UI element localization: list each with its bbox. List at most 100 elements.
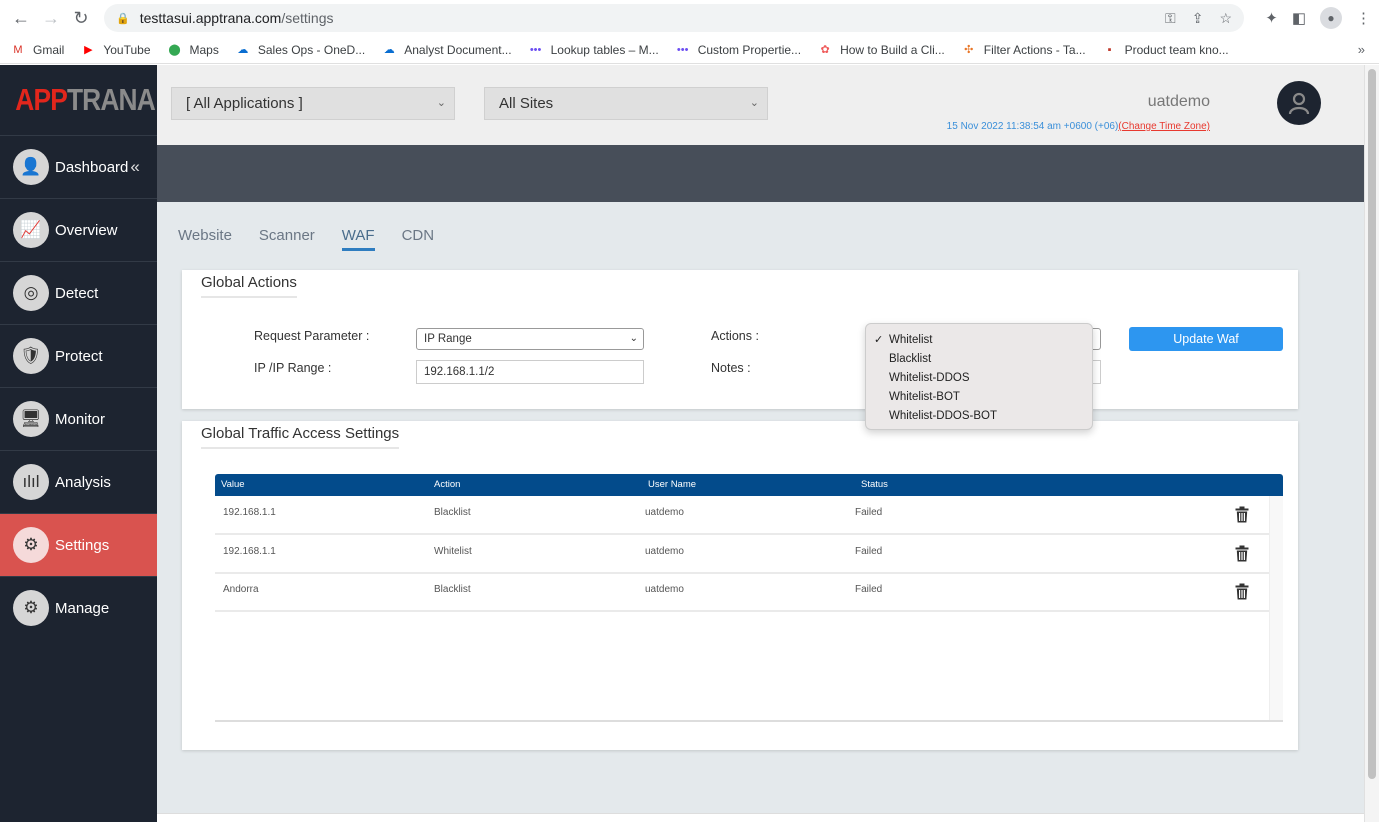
bookmark-item[interactable]: M Gmail [10,43,64,57]
tab-website[interactable]: Website [178,227,232,251]
sidebar-item-detect[interactable]: ◎ Detect [0,261,157,324]
option-label: Blacklist [889,352,932,365]
bookmark-item[interactable]: ••• Lookup tables – M... [528,43,659,57]
onedrive-cloud-icon: ☁ [383,44,395,56]
profile-icon[interactable]: ● [1320,7,1342,29]
address-bar[interactable]: 🔒 testtasui.apptrana.com/settings ⚿ ⇪ ☆ [104,4,1244,32]
page-scrollbar[interactable] [1364,65,1379,822]
flower-icon: ✿ [820,44,830,56]
bookmark-label: YouTube [103,42,151,57]
option-label: Whitelist-DDOS-BOT [889,409,997,422]
sidebar-item-label: Settings [55,536,110,554]
sidebar-item-analysis[interactable]: ılıl Analysis [0,450,157,513]
side-panel-icon[interactable]: ◧ [1292,9,1306,27]
collapse-sidebar-icon[interactable]: « [130,157,139,177]
sidebar-item-manage[interactable]: ⚙ Manage [0,576,157,639]
sidebar-item-label: Overview [55,221,118,239]
update-waf-button[interactable]: Update Waf [1129,327,1283,351]
dots-icon: ••• [676,43,689,56]
traffic-settings-title: Global Traffic Access Settings [201,425,400,449]
sidebar-item-overview[interactable]: 📈 Overview [0,198,157,261]
bookmark-item[interactable]: ⬤ Maps [167,43,219,57]
sidebar-item-settings[interactable]: ⚙ Settings [0,513,157,576]
bookmark-item[interactable]: ▶ YouTube [80,43,150,57]
notes-label: Notes : [711,361,751,375]
application-select-value: [ All Applications ] [186,95,303,112]
settings-tabs: Website Scanner WAF CDN [178,227,461,251]
youtube-icon: ▶ [84,44,93,56]
column-header-user-name[interactable]: User Name [648,479,696,490]
cell-status: Failed [855,584,883,595]
scrollbar-thumb[interactable] [1368,69,1376,779]
tableau-icon: ✣ [964,44,974,56]
bookmark-item[interactable]: ••• Custom Propertie... [675,43,801,57]
cell-value: 192.168.1.1 [223,507,276,518]
actions-dropdown-menu: ✓ Whitelist Blacklist Whitelist-DDOS Whiteli… [865,323,1093,430]
menu-kebab-icon[interactable]: ⋮ [1356,9,1371,27]
application-select[interactable]: [ All Applications ] ⌄ [171,87,455,120]
chevron-down-icon: ⌄ [629,333,638,344]
request-parameter-label: Request Parameter : [254,329,370,343]
sidebar-item-monitor[interactable]: 🖥 Monitor [0,387,157,450]
apptrana-logo[interactable]: APP TRANA [0,65,155,135]
cell-value: Andorra [223,584,259,595]
tab-cdn[interactable]: CDN [402,227,435,251]
extensions-icon[interactable]: ✦ [1265,9,1278,27]
column-header-value[interactable]: Value [221,479,245,490]
delete-trash-icon[interactable] [1235,506,1249,523]
page-banner [157,145,1364,202]
monitor-icon: 🖥 [13,401,49,437]
doc-icon: ▪ [1107,43,1112,56]
column-header-status[interactable]: Status [861,479,888,490]
cell-user-name: uatdemo [645,507,684,518]
sidebar-item-label: Monitor [55,410,106,428]
bookmark-item[interactable]: ☁ Sales Ops - OneD... [235,43,365,57]
bookmarks-overflow-icon[interactable]: » [1358,42,1365,57]
bookmark-item[interactable]: ✿ How to Build a Cli... [817,43,944,57]
cell-value: 192.168.1.1 [223,545,276,557]
bookmark-item[interactable]: ☁ Analyst Document... [381,42,512,57]
key-icon[interactable]: ⚿ [1165,10,1176,27]
bookmark-item[interactable]: ▪ Product team kno... [1102,43,1229,57]
bar-chart-icon: ılıl [13,464,49,500]
sidebar-item-label: Manage [55,599,110,617]
tab-waf[interactable]: WAF [341,227,375,251]
forward-icon[interactable]: → [36,3,66,33]
bookmark-label: Custom Propertie... [697,42,802,57]
request-parameter-select[interactable]: IP Range ⌄ [416,328,644,350]
tab-scanner[interactable]: Scanner [259,227,315,251]
dashboard-icon: 👤 [13,149,49,185]
actions-option[interactable]: Whitelist-BOT [866,387,1092,406]
actions-option[interactable]: Blacklist [866,349,1092,368]
chevron-down-icon: ⌄ [436,97,446,109]
delete-trash-icon[interactable] [1235,583,1249,600]
table-scrollbar[interactable] [1269,496,1283,720]
site-select[interactable]: All Sites ⌄ [484,87,768,120]
ip-range-input[interactable]: 192.168.1.1/2 [416,360,644,384]
star-icon[interactable]: ☆ [1219,10,1232,27]
column-header-action[interactable]: Action [434,479,460,490]
share-icon[interactable]: ⇪ [1192,10,1204,27]
bookmark-label: Analyst Document... [404,42,512,57]
reload-icon[interactable]: ↻ [66,3,96,33]
top-bar: [ All Applications ] ⌄ All Sites ⌄ uatde… [157,65,1364,145]
change-timezone-link[interactable]: (Change Time Zone) [1118,121,1210,132]
bookmark-item[interactable]: ✣ Filter Actions - Ta... [961,43,1085,57]
bookmark-label: Product team kno... [1124,42,1229,57]
sidebar-item-protect[interactable]: 🛡 Protect [0,324,157,387]
bookmark-label: Gmail [33,42,65,57]
table-header: Value Action User Name Status [215,474,1283,496]
bookmark-label: Maps [189,42,219,57]
user-avatar[interactable] [1277,81,1321,125]
actions-option[interactable]: ✓ Whitelist [866,330,1092,349]
back-icon[interactable]: ← [6,3,36,33]
bookmark-label: Sales Ops - OneD... [257,42,366,57]
table-row: Andorra Blacklist uatdemo Failed [215,573,1269,612]
delete-trash-icon[interactable] [1235,545,1249,562]
option-label: Whitelist-DDOS [889,371,970,384]
sidebar-item-dashboard[interactable]: 👤 Dashboard « [0,135,157,198]
sidebar-item-label: Detect [55,284,99,302]
actions-option[interactable]: Whitelist-DDOS-BOT [866,406,1092,425]
target-icon: ◎ [13,275,49,311]
actions-option[interactable]: Whitelist-DDOS [866,368,1092,387]
